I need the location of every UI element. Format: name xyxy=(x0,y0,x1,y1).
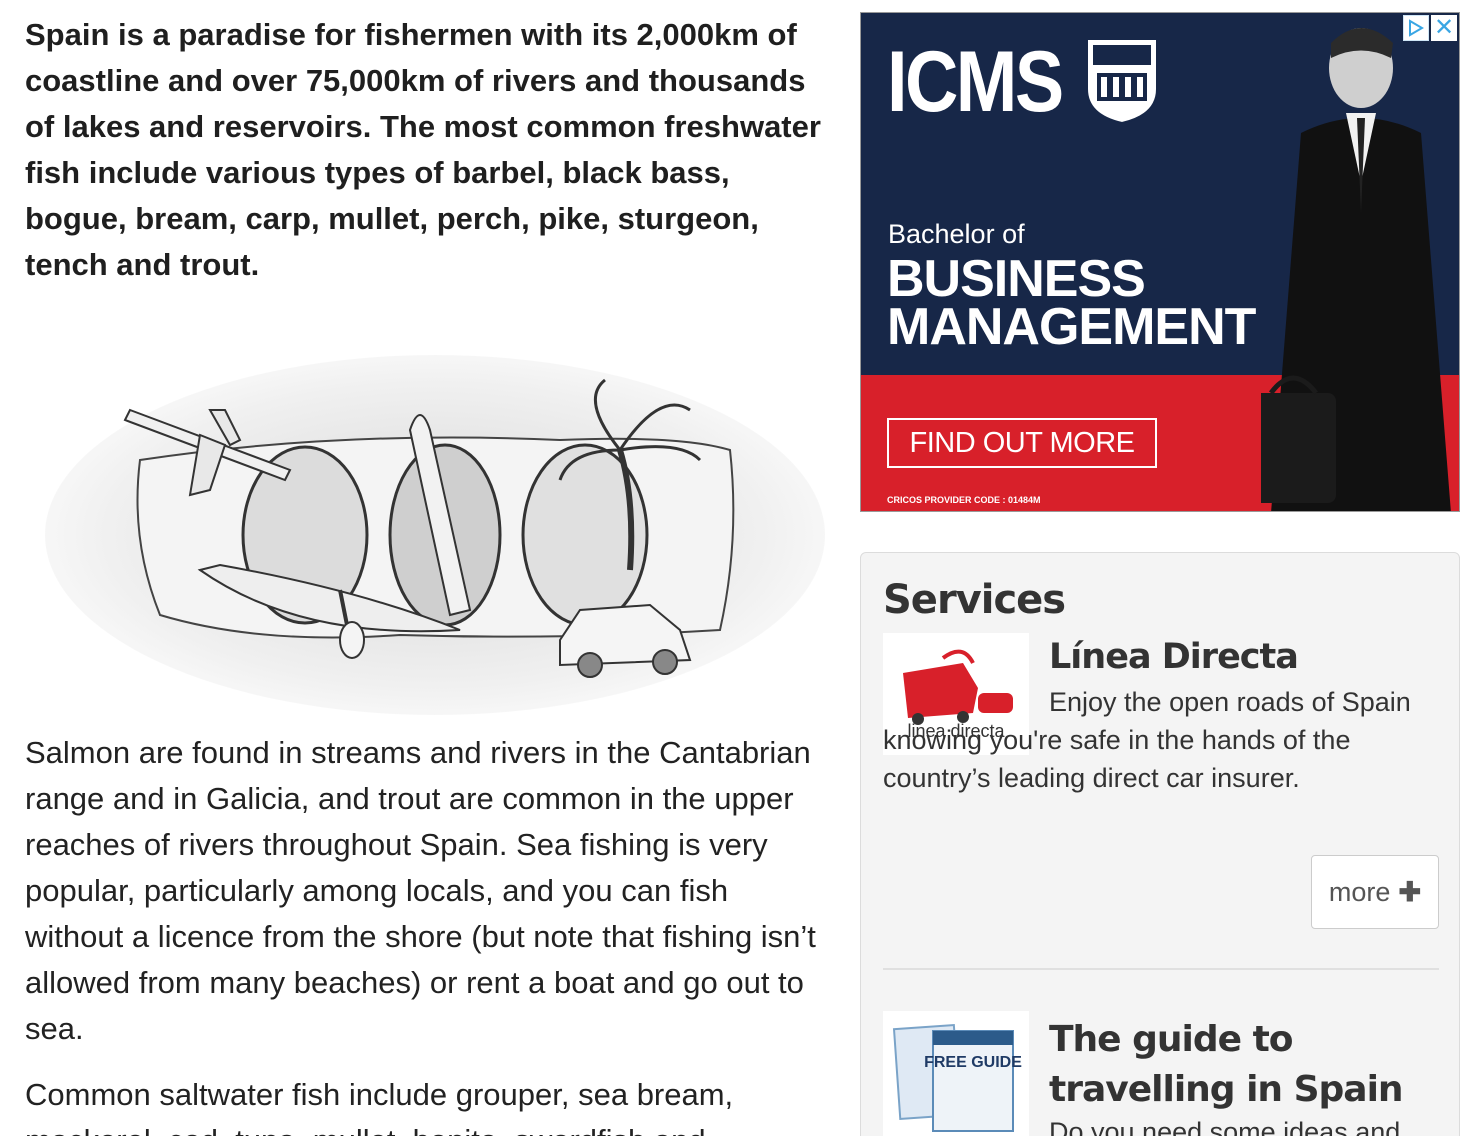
article-lead: Spain is a paradise for fishermen with i… xyxy=(25,17,821,282)
linea-directa-description: Enjoy the open roads of Spain knowing yo… xyxy=(883,683,1443,797)
find-out-more-button[interactable]: FIND OUT MORE xyxy=(887,418,1157,468)
more-label: more xyxy=(1328,876,1391,907)
free-guide-label: FREE GUIDE xyxy=(924,1054,1022,1071)
free-guide-thumbnail[interactable]: FREE GUIDE xyxy=(883,1011,1029,1136)
ad-title: BUSINESS MANAGEMENT xyxy=(887,250,1256,356)
article-paragraph-1: Salmon are found in streams and rivers i… xyxy=(25,735,816,1046)
icms-crest-icon xyxy=(1086,38,1158,125)
adchoices-icon[interactable] xyxy=(1403,15,1429,41)
icms-advertisement[interactable]: ICMS Bachelor of BUSINESS MANAGEMENT FIN… xyxy=(860,12,1460,512)
more-button[interactable]: more ✚ xyxy=(1311,855,1439,929)
linea-directa-title[interactable]: Línea Directa xyxy=(1049,637,1299,677)
services-widget: Services linea directa Línea Directa Enj… xyxy=(860,552,1460,1136)
icms-logo: ICMS xyxy=(887,34,1064,130)
services-heading: Services xyxy=(883,577,1066,623)
guide-title-line-2: travelling in Spain xyxy=(1049,1069,1404,1110)
guide-title-line-1: The guide to xyxy=(1049,1019,1294,1060)
ad-title-line-2: MANAGEMENT xyxy=(887,298,1256,356)
ad-cricos-code: CRICOS PROVIDER CODE : 01484M xyxy=(887,495,1041,505)
businessman-image xyxy=(1261,28,1451,511)
guide-description: Do you need some ideas and xyxy=(1049,1117,1401,1136)
ad-subtitle: Bachelor of xyxy=(888,219,1025,249)
article-paragraph-2: Common saltwater fish include grouper, s… xyxy=(25,1077,734,1136)
ad-title-line-1: BUSINESS xyxy=(887,250,1146,308)
ad-close-icon[interactable]: ✕ xyxy=(1431,15,1457,41)
travel-illustration xyxy=(45,355,825,715)
article-column: Spain is a paradise for fishermen with i… xyxy=(25,12,825,288)
services-divider xyxy=(883,968,1439,970)
plus-icon: ✚ xyxy=(1398,876,1422,907)
guide-title[interactable]: The guide to travelling in Spain xyxy=(1049,1015,1449,1115)
linea-directa-description-text: Enjoy the open roads of Spain knowing yo… xyxy=(883,687,1411,793)
